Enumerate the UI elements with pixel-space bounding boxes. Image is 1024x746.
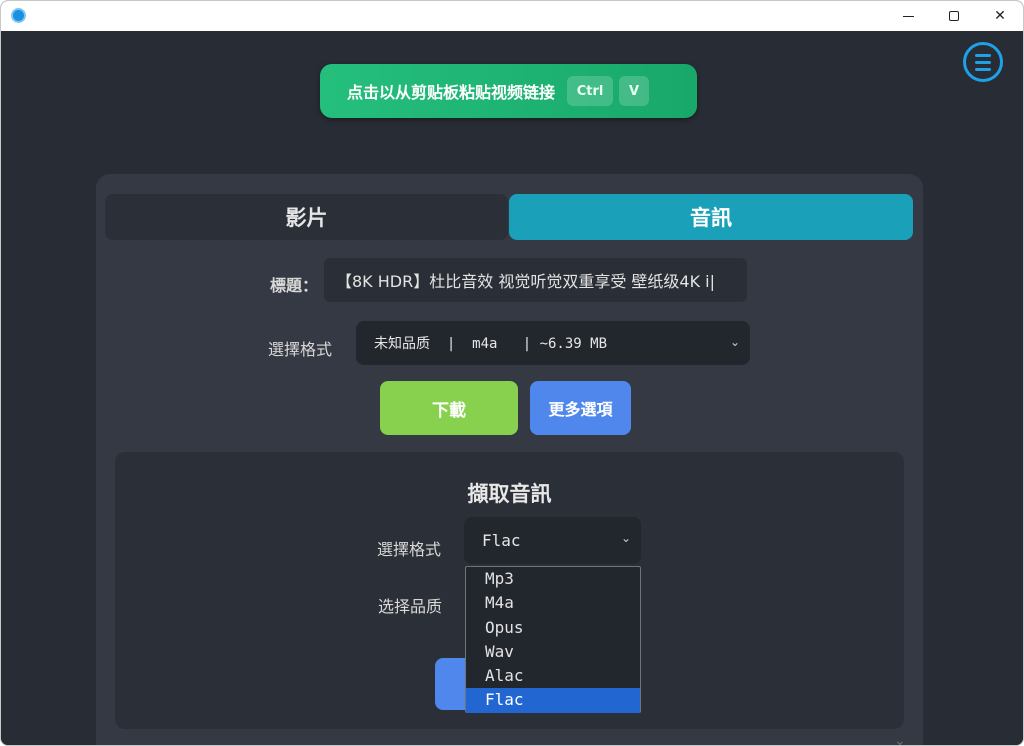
format-select[interactable]: 未知品质 | m4a | ~6.39 MB ⌄ <box>356 321 750 365</box>
minimize-icon <box>902 15 914 17</box>
close-button[interactable]: ✕ <box>977 1 1023 31</box>
minimize-button[interactable] <box>885 1 931 31</box>
menu-icon-bar <box>975 67 991 71</box>
title-label: 標題： <box>270 276 319 295</box>
dropdown-option-selected[interactable]: Flac <box>466 688 640 713</box>
app-icon <box>11 8 26 23</box>
scroll-down-icon[interactable]: ⌄ <box>894 733 906 745</box>
main-content: 点击以从剪贴板粘贴视频链接 Ctrl V 影片 音訊 標題： 【8K HDR】杜… <box>1 31 1023 745</box>
download-panel: 影片 音訊 標題： 【8K HDR】杜比音效 视觉听觉双重享受 壁纸级4K i|… <box>96 174 923 745</box>
close-icon: ✕ <box>994 8 1006 24</box>
title-field[interactable]: 【8K HDR】杜比音效 视觉听觉双重享受 壁纸级4K i| <box>324 258 747 302</box>
dropdown-option[interactable]: Mp3 <box>466 567 640 591</box>
more-options-button[interactable]: 更多選項 <box>530 381 631 435</box>
chevron-down-icon: ⌄ <box>729 335 740 349</box>
dropdown-option[interactable]: Alac <box>466 664 640 688</box>
dropdown-option[interactable]: Wav <box>466 640 640 664</box>
dropdown-option[interactable]: M4a <box>466 591 640 615</box>
format-select-value: 未知品质 | m4a | ~6.39 MB <box>374 336 608 352</box>
audio-format-dropdown: Mp3 M4a Opus Wav Alac Flac <box>465 566 641 713</box>
extract-audio-title: 擷取音訊 <box>467 482 552 506</box>
shortcut-key-v: V <box>619 76 650 106</box>
paste-link-button[interactable]: 点击以从剪贴板粘贴视频链接 Ctrl V <box>320 64 697 118</box>
shortcut-key-ctrl: Ctrl <box>567 76 614 106</box>
dropdown-option[interactable]: Opus <box>466 616 640 640</box>
chevron-down-icon: ⌄ <box>620 531 631 545</box>
menu-icon-bar <box>975 53 991 57</box>
paste-link-label: 点击以从剪贴板粘贴视频链接 <box>347 83 556 102</box>
tab-audio[interactable]: 音訊 <box>509 194 913 240</box>
audio-format-select[interactable]: Flac ⌄ <box>464 517 641 564</box>
maximize-button[interactable] <box>931 1 977 31</box>
extract-audio-panel: 擷取音訊 選擇格式 Flac ⌄ 选择品质 Mp3 M4a Opus Wav A… <box>115 452 904 729</box>
title-bar: ✕ <box>1 1 1023 31</box>
tab-video[interactable]: 影片 <box>105 194 508 240</box>
audio-format-label: 選擇格式 <box>377 540 442 559</box>
maximize-icon <box>949 11 959 21</box>
menu-icon-bar <box>975 60 991 64</box>
download-button[interactable]: 下載 <box>380 381 518 435</box>
audio-format-value: Flac <box>482 531 521 550</box>
format-label: 選擇格式 <box>268 340 333 359</box>
quality-label: 选择品质 <box>378 597 443 616</box>
app-window: ✕ 点击以从剪贴板粘贴视频链接 Ctrl V 影片 音訊 標題： 【8K HDR… <box>0 0 1024 746</box>
menu-icon[interactable] <box>963 42 1003 82</box>
